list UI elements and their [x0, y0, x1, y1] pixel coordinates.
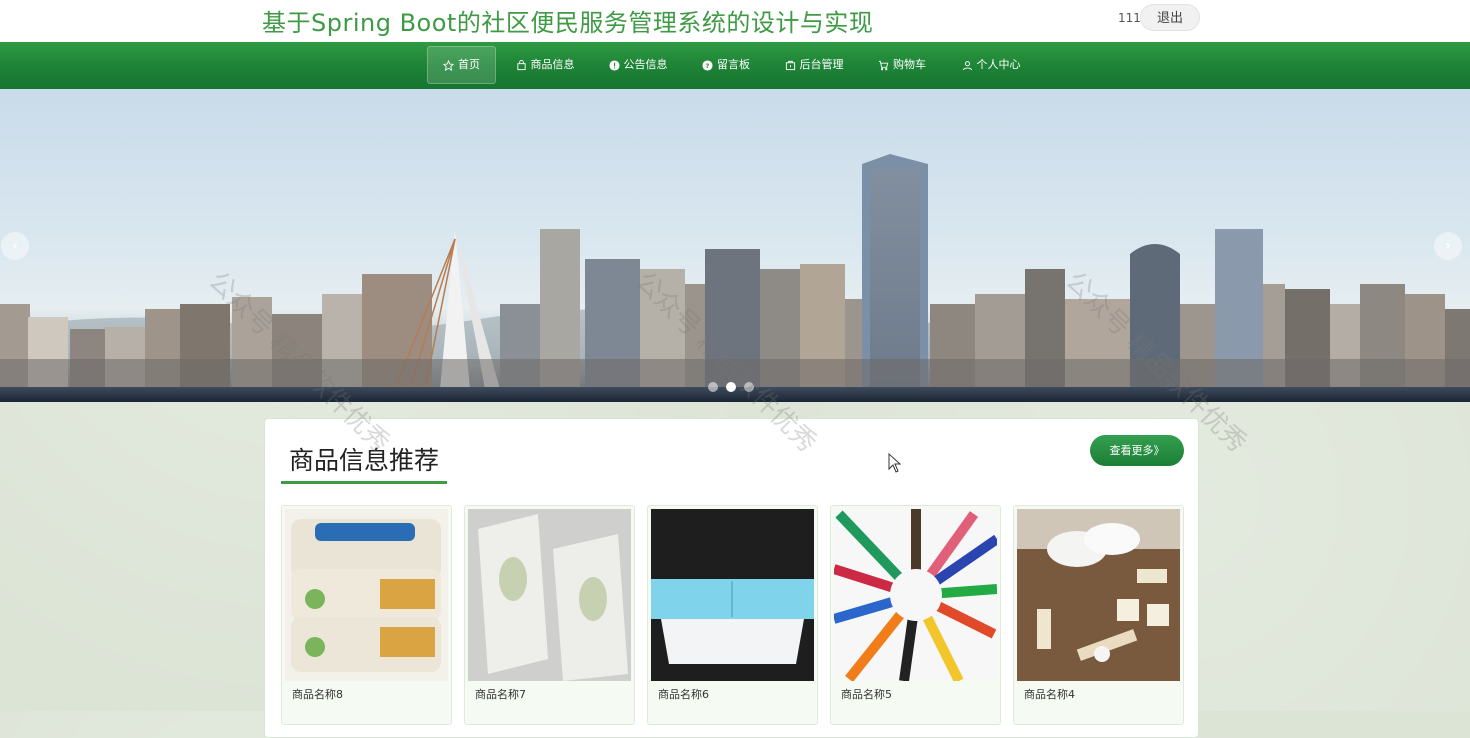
current-username: 111 — [1118, 11, 1141, 25]
carousel-next-button[interactable]: › — [1434, 232, 1462, 260]
nav-item-label: 个人中心 — [976, 58, 1021, 71]
product-card-list: 商品名称8 商品名称7 商品名称6 商品名称5 商品名称4 — [281, 505, 1184, 725]
product-card[interactable]: 商品名称4 — [1013, 505, 1184, 725]
product-recommend-panel: 商品信息推荐 查看更多》 商品名称8 商品名称7 商品名称6 商品名称5 商品名… — [264, 418, 1199, 738]
star-icon — [443, 59, 454, 71]
product-image[interactable] — [285, 509, 448, 681]
city-skyline-image — [0, 154, 1470, 402]
carousel-dot-active[interactable] — [726, 382, 736, 392]
logout-button[interactable]: 退出 — [1140, 4, 1200, 31]
product-name: 商品名称8 — [292, 688, 343, 701]
product-name: 商品名称5 — [841, 688, 892, 701]
product-image[interactable] — [834, 509, 997, 681]
bag-icon — [516, 59, 526, 70]
cart-icon — [878, 60, 889, 70]
nav-item-label: 留言板 — [717, 58, 750, 71]
view-more-button[interactable]: 查看更多》 — [1090, 435, 1184, 466]
mouse-cursor-icon — [888, 453, 902, 473]
top-header: 基于Spring Boot的社区便民服务管理系统的设计与实现 111 退出 — [0, 0, 1470, 42]
nav-item-cart[interactable]: 购物车 — [872, 46, 932, 84]
nav-item-label: 后台管理 — [799, 58, 844, 71]
product-name: 商品名称7 — [475, 688, 526, 701]
carousel-prev-button[interactable]: ‹ — [1, 232, 29, 260]
product-image[interactable] — [1017, 509, 1180, 681]
chevron-right-icon: › — [1445, 238, 1451, 254]
chevron-left-icon: ‹ — [12, 238, 18, 254]
nav-item-label: 公告信息 — [623, 58, 668, 71]
user-icon — [962, 60, 972, 70]
dashboard-icon — [785, 60, 795, 70]
product-card[interactable]: 商品名称8 — [281, 505, 452, 725]
product-card[interactable]: 商品名称5 — [830, 505, 1001, 725]
carousel-dot[interactable] — [744, 382, 754, 392]
section-title-underline — [281, 481, 447, 484]
carousel-dot[interactable] — [708, 382, 718, 392]
product-card[interactable]: 商品名称7 — [464, 505, 635, 725]
main-nav: 首页 商品信息 公告信息 ? 留言板 后台管理 购物车 个人中心 — [0, 42, 1470, 89]
nav-item-guestbook[interactable]: ? 留言板 — [696, 46, 756, 84]
nav-item-profile[interactable]: 个人中心 — [955, 46, 1027, 84]
nav-item-products[interactable]: 商品信息 — [509, 46, 581, 84]
svg-text:?: ? — [706, 61, 710, 69]
product-image[interactable] — [651, 509, 814, 681]
nav-item-notices[interactable]: 公告信息 — [602, 46, 674, 84]
product-image[interactable] — [468, 509, 631, 681]
nav-item-label: 首页 — [458, 58, 480, 71]
info-icon — [608, 59, 620, 71]
nav-item-admin[interactable]: 后台管理 — [778, 46, 850, 84]
question-icon: ? — [702, 59, 713, 71]
banner-carousel: ‹ › — [0, 89, 1470, 402]
product-name: 商品名称4 — [1024, 688, 1075, 701]
product-name: 商品名称6 — [658, 688, 709, 701]
site-title: 基于Spring Boot的社区便民服务管理系统的设计与实现 — [262, 9, 874, 37]
carousel-indicators — [708, 382, 754, 392]
nav-item-label: 商品信息 — [530, 58, 575, 71]
section-title: 商品信息推荐 — [289, 446, 440, 475]
nav-item-home[interactable]: 首页 — [427, 46, 496, 84]
nav-item-label: 购物车 — [893, 58, 926, 71]
product-card[interactable]: 商品名称6 — [647, 505, 818, 725]
